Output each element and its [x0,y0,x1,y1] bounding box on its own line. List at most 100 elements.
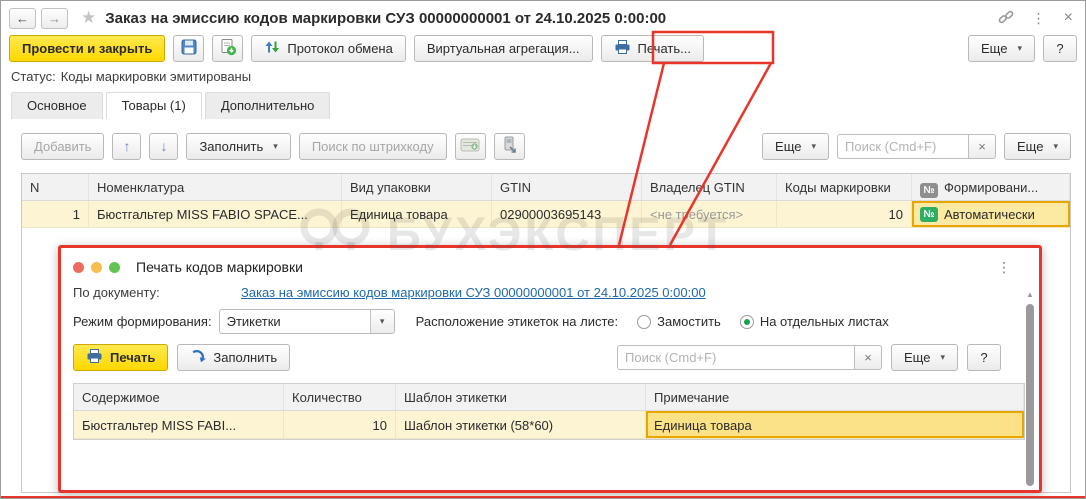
clear-search-icon[interactable]: × [969,133,997,159]
help-button[interactable]: ? [1043,34,1077,62]
status-line: Статус: Коды маркировки эмитированы [11,69,251,84]
col-packaging[interactable]: Вид упаковки [342,174,492,200]
radio-separate-sheets[interactable]: На отдельных листах [739,314,889,329]
dialog-help-button[interactable]: ? [967,344,1001,371]
printer-icon [86,348,103,367]
scanner-button[interactable] [493,132,525,160]
virtual-aggregation-button[interactable]: Виртуальная агрегация... [413,34,593,62]
cell-gtin-owner[interactable]: <не требуется> [642,201,777,227]
window-menu-icon[interactable]: ⋮ [1032,10,1046,27]
cell-formation-selected[interactable]: № Автоматически [912,201,1070,227]
tab-additional[interactable]: Дополнительно [204,92,331,119]
minimize-traffic-light-icon[interactable] [91,261,102,273]
radio-tile-label: Замостить [657,314,721,329]
printer-icon [614,39,631,58]
col-nomenclature[interactable]: Номенклатура [89,174,342,200]
dialog-title: Печать кодов маркировки [136,259,303,275]
title-bar: ← → ★ Заказ на эмиссию кодов маркировки … [1,1,1085,31]
col-formation[interactable]: № Формировани... [912,174,1070,200]
items-toolbar: Добавить ↑ ↓ Заполнить ▾ Поиск по штрихк… [21,131,1071,161]
dialog-scrollbar[interactable]: ▲ [1024,290,1036,486]
dialog-more-label: Еще [904,350,931,365]
print-button[interactable]: Печать... [600,34,704,62]
close-traffic-light-icon[interactable] [73,261,84,273]
cell-gtin[interactable]: 02900003695143 [492,201,642,227]
col-gtin[interactable]: GTIN [492,174,642,200]
cell-n[interactable]: 1 [22,201,89,227]
scrollbar-thumb[interactable] [1026,304,1034,486]
layout-label: Расположение этикеток на листе: [415,314,619,329]
dialog-print-button[interactable]: Печать [73,344,169,371]
barcode-search-button[interactable]: Поиск по штрихкоду [298,132,447,160]
app-window: ← → ★ Заказ на эмиссию кодов маркировки … [0,0,1086,499]
add-button[interactable]: Добавить [21,132,105,160]
forward-icon[interactable]: → [41,7,68,29]
move-down-button[interactable]: ↓ [149,132,179,160]
chevron-down-icon: ▾ [273,140,278,151]
table-row[interactable]: 1 Бюстгальтер MISS FABIO SPACE... Единиц… [22,201,1070,228]
dialog-title-bar: Печать кодов маркировки ⋮ [73,256,1027,278]
save-icon [180,38,198,59]
document-link[interactable]: Заказ на эмиссию кодов маркировки СУЗ 00… [241,285,706,300]
cell-packaging[interactable]: Единица товара [342,201,492,227]
fill-button[interactable]: Заполнить ▾ [186,132,291,160]
items-more-button[interactable]: Еще ▾ [762,132,830,160]
mode-select[interactable]: Этикетки ▾ [218,309,395,334]
col-marking-codes[interactable]: Коды маркировки [777,174,912,200]
cell-note-selected[interactable]: Единица товара [646,411,1024,438]
post-and-close-button[interactable]: Провести и закрыть [9,34,166,62]
status-value: Коды маркировки эмитированы [60,69,252,84]
zoom-traffic-light-icon[interactable] [109,261,120,273]
dialog-table-row[interactable]: Бюстгальтер MISS FABI... 10 Шаблон этике… [74,411,1024,439]
chevron-down-icon: ▾ [811,140,817,151]
number-badge-icon: № [920,183,938,198]
items-more-label: Еще [775,138,802,154]
items-more-button-2[interactable]: Еще ▾ [1004,132,1071,160]
mode-label: Режим формирования: [73,314,212,329]
col-content[interactable]: Содержимое [74,384,284,410]
codes-card-icon [460,137,480,156]
col-template[interactable]: Шаблон этикетки [396,384,646,410]
tab-main[interactable]: Основное [11,92,103,119]
favorite-star-icon[interactable]: ★ [81,8,96,28]
cell-template[interactable]: Шаблон этикетки (58*60) [396,411,646,438]
cell-quantity[interactable]: 10 [284,411,396,438]
col-gtin-owner[interactable]: Владелец GTIN [642,174,777,200]
dialog-fill-button[interactable]: Заполнить [177,344,291,371]
exchange-arrows-icon [264,39,280,58]
dialog-menu-icon[interactable]: ⋮ [997,259,1011,276]
cell-formation-label: Автоматически [944,206,1035,222]
form-more-button[interactable]: Еще ▾ [968,34,1035,62]
close-icon[interactable]: × [1064,9,1073,27]
radio-separate-label: На отдельных листах [759,314,889,329]
dialog-search-input[interactable] [617,345,856,370]
back-icon[interactable]: ← [9,7,36,29]
codes-card-button[interactable] [454,132,486,160]
col-formation-label: Формировани... [944,180,1039,195]
radio-tile[interactable]: Замостить [637,314,721,329]
radio-checked-icon[interactable] [739,314,754,329]
page-title: Заказ на эмиссию кодов маркировки СУЗ 00… [105,9,667,27]
col-note[interactable]: Примечание [646,384,1024,410]
scroll-up-icon[interactable]: ▲ [1024,290,1036,299]
dialog-more-button[interactable]: Еще ▾ [891,344,958,371]
save-button[interactable] [173,34,205,62]
cell-marking-codes[interactable]: 10 [777,201,912,227]
items-search-input[interactable] [837,133,970,159]
main-toolbar: Провести и закрыть Протокол обмена Вирту… [9,34,1077,62]
cell-nomenclature[interactable]: Бюстгальтер MISS FABIO SPACE... [89,201,342,227]
link-icon[interactable] [998,9,1014,28]
radio-icon[interactable] [637,314,652,329]
chevron-down-icon[interactable]: ▾ [369,310,394,333]
move-up-button[interactable]: ↑ [112,132,142,160]
clear-search-icon[interactable]: × [855,345,883,370]
exchange-protocol-button[interactable]: Протокол обмена [251,34,406,62]
col-quantity[interactable]: Количество [284,384,396,410]
post-document-button[interactable] [212,34,244,62]
col-n[interactable]: N [22,174,89,200]
cell-content[interactable]: Бюстгальтер MISS FABI... [74,411,284,438]
exchange-protocol-label: Протокол обмена [287,40,393,56]
tab-strip: Основное Товары (1) Дополнительно [11,92,1085,119]
tab-goods[interactable]: Товары (1) [105,92,202,119]
chevron-down-icon: ▾ [940,352,945,362]
